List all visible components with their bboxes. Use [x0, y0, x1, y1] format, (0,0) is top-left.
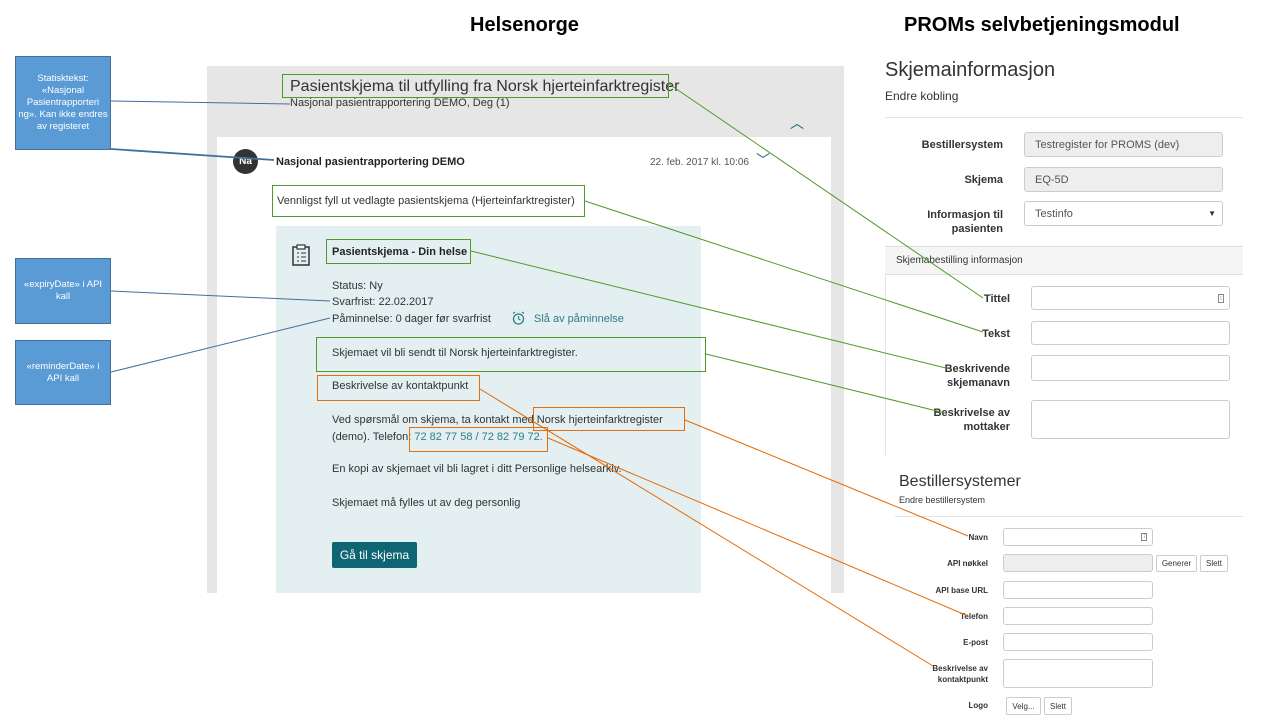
connector-contact	[479, 388, 934, 667]
connector-title	[668, 83, 984, 299]
connector-static-sender	[110, 148, 275, 161]
connector-name	[684, 419, 969, 537]
connector-reminder	[110, 317, 331, 373]
connector-expiry	[110, 290, 331, 302]
connector-text	[584, 200, 984, 333]
connector-form-name	[470, 250, 951, 370]
connector-phone	[547, 437, 969, 617]
connector-receiver	[705, 353, 946, 414]
connector-lines	[110, 83, 984, 667]
connector-static-subtitle	[110, 100, 291, 105]
